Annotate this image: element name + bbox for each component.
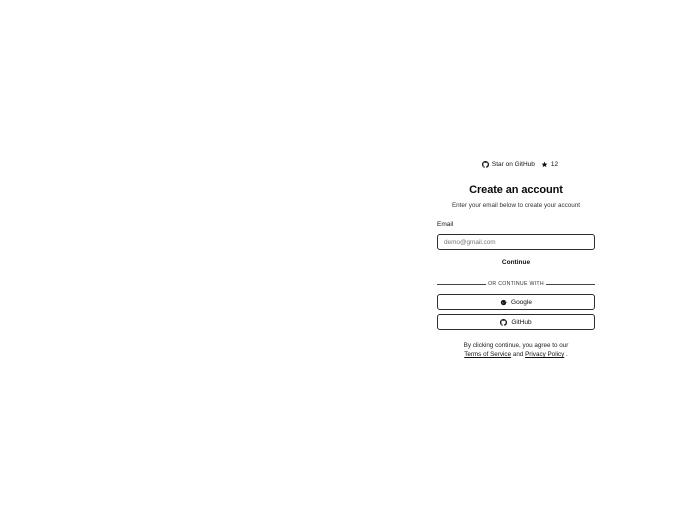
terms-conjunction: and bbox=[512, 351, 524, 358]
google-icon bbox=[500, 299, 507, 305]
signup-panel: Star on GitHub 12 Create an account Ente… bbox=[437, 158, 595, 359]
terms-of-service-link[interactable]: Terms of Service bbox=[464, 351, 511, 358]
star-count-value: 12 bbox=[550, 161, 559, 168]
divider-label: Or continue with bbox=[486, 281, 546, 287]
github-label: GitHub bbox=[511, 318, 532, 326]
google-label: Google bbox=[511, 298, 532, 306]
star-icon bbox=[541, 161, 548, 168]
github-signin-button[interactable]: GitHub bbox=[437, 314, 595, 330]
divider: Or continue with bbox=[437, 279, 595, 289]
star-on-github-link[interactable]: Star on GitHub bbox=[481, 161, 535, 168]
star-count: 12 bbox=[541, 161, 558, 168]
page-title: Create an account bbox=[469, 184, 563, 196]
page-subtitle: Enter your email below to create your ac… bbox=[451, 202, 581, 209]
github-icon bbox=[481, 161, 489, 168]
email-field[interactable] bbox=[437, 234, 595, 250]
privacy-policy-link[interactable]: Privacy Policy bbox=[525, 351, 564, 358]
terms-notice: By clicking continue, you agree to our T… bbox=[437, 341, 595, 359]
github-icon bbox=[500, 318, 508, 326]
terms-prefix: By clicking continue, you agree to our bbox=[463, 342, 569, 349]
continue-button[interactable]: Continue bbox=[437, 257, 595, 267]
star-on-github-label: Star on GitHub bbox=[491, 161, 535, 168]
github-star-bar: Star on GitHub 12 bbox=[445, 158, 595, 171]
email-label: Email bbox=[437, 221, 454, 228]
terms-suffix: . bbox=[566, 351, 568, 358]
google-signin-button[interactable]: Google bbox=[437, 294, 595, 310]
